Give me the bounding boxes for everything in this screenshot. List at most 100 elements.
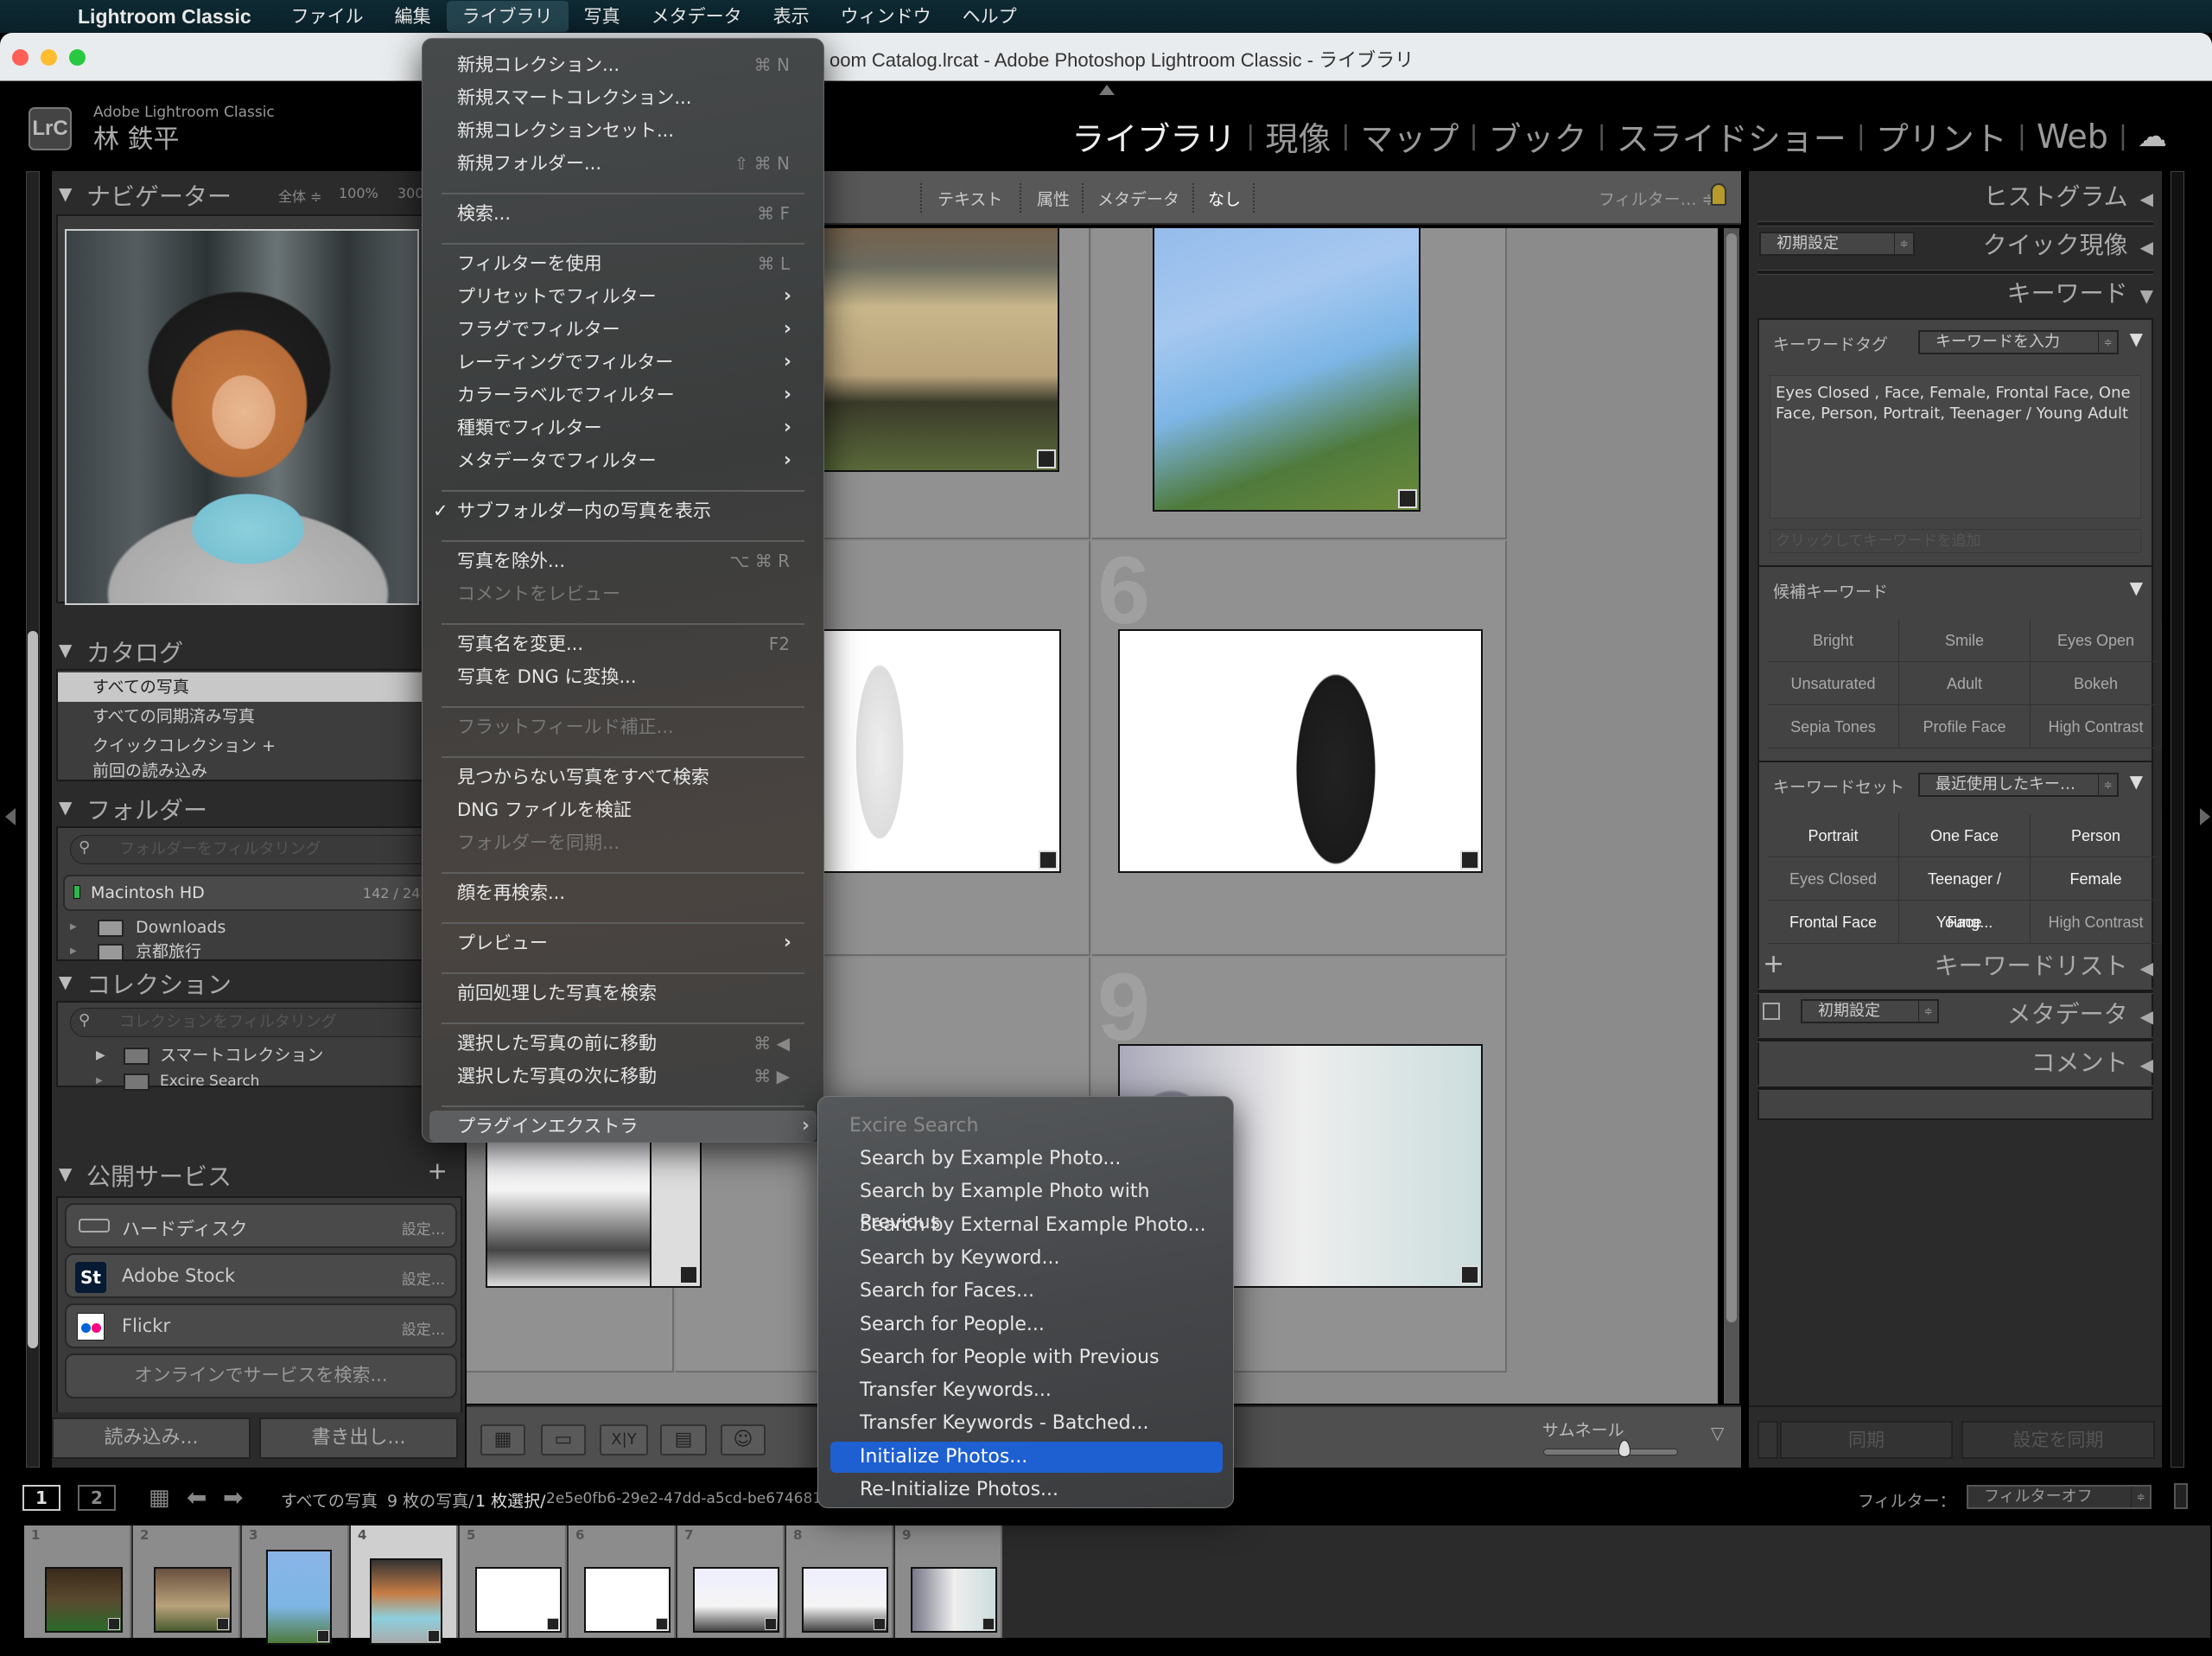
lock-icon[interactable] xyxy=(1711,183,1726,206)
filmstrip-cell[interactable]: 3 xyxy=(242,1525,349,1645)
filmstrip-thumbnail[interactable] xyxy=(45,1567,123,1633)
grid-view-button[interactable]: ▦ xyxy=(480,1424,525,1455)
export-button[interactable]: 書き出し... xyxy=(259,1417,458,1459)
suggested-keyword[interactable]: Smile xyxy=(1899,619,2031,662)
plugin-menu-item[interactable]: Transfer Keywords... xyxy=(830,1375,1223,1406)
publish-harddisk[interactable]: ハードディスク 設定... xyxy=(65,1203,457,1248)
thumbnail-size-slider-thumb[interactable] xyxy=(1618,1440,1630,1457)
menu-help[interactable]: ヘルプ xyxy=(947,1,1033,32)
collection-excire-search[interactable]: ▶ Excire Search xyxy=(58,1067,461,1096)
filmstrip-cell[interactable]: 6 xyxy=(569,1525,676,1638)
plugin-menu-item[interactable]: Search by Keyword... xyxy=(830,1243,1223,1274)
grid-scroll-thumb[interactable] xyxy=(1726,233,1737,1322)
filmstrip-thumbnail[interactable] xyxy=(802,1567,888,1633)
nav-zoom-fit[interactable]: 全体 ≑ xyxy=(278,185,322,206)
comments-header[interactable]: コメント ◀ xyxy=(2031,1044,2153,1079)
library-menu-item[interactable]: 検索... ⌘ F xyxy=(457,198,798,229)
filmstrip-cell[interactable]: 9 xyxy=(895,1525,1002,1638)
module-develop[interactable]: 現像 xyxy=(1255,112,1341,160)
expanded-triangle-icon[interactable]: ▼ xyxy=(2130,577,2143,598)
library-menu-item[interactable]: 顔を再検索... xyxy=(457,877,798,908)
filmstrip-source[interactable]: すべての写真 xyxy=(281,1488,378,1512)
filmstrip-cell[interactable]: 5 xyxy=(460,1525,567,1638)
add-publish-service-button[interactable]: + xyxy=(428,1156,448,1185)
keyword-list-header[interactable]: キーワードリスト ◀ xyxy=(1935,947,2153,982)
filmstrip-thumbnail[interactable] xyxy=(693,1567,779,1633)
filter-tab-metadata[interactable]: メタデータ xyxy=(1097,187,1179,210)
filmstrip-thumbnail[interactable] xyxy=(370,1558,442,1645)
keyword-set-item[interactable]: High Contrast xyxy=(2031,901,2162,944)
filmstrip-cell[interactable]: 1 xyxy=(24,1525,131,1638)
keyword-set-item[interactable]: Female xyxy=(2031,857,2162,901)
suggested-keyword[interactable]: Profile Face xyxy=(1899,705,2031,748)
collection-filter-input[interactable]: コレクションをフィルタリング xyxy=(70,1008,459,1037)
module-book[interactable]: ブック xyxy=(1478,112,1598,160)
filter-tab-text[interactable]: テキスト xyxy=(938,187,1002,210)
menu-library[interactable]: ライブラリ xyxy=(446,1,569,32)
library-menu-item[interactable]: 種類でフィルター › xyxy=(457,412,798,443)
publish-adobe-stock-settings[interactable]: 設定... xyxy=(402,1267,445,1289)
thumbnail-size-slider[interactable] xyxy=(1543,1449,1678,1455)
histogram-header[interactable]: ヒストグラム ◀ xyxy=(1983,178,2153,213)
collapse-left-panel-icon[interactable] xyxy=(5,808,16,825)
metadata-preset-select[interactable]: 初期設定 ≑ xyxy=(1801,999,1939,1023)
sync-settings-button[interactable]: 設定を同期 xyxy=(1961,1421,2155,1459)
library-menu-item[interactable]: サブフォルダー内の写真を表示 ✓ xyxy=(433,495,798,526)
filmstrip-thumbnail[interactable] xyxy=(266,1550,332,1645)
library-menu-item[interactable]: フィルターを使用 ⌘ L xyxy=(457,248,798,279)
grid-cell[interactable]: 6 xyxy=(1092,538,1507,956)
secondary-window-button[interactable]: 2 xyxy=(78,1485,116,1511)
library-menu-item[interactable]: カラーラベルでフィルター › xyxy=(457,379,798,411)
filmstrip-cell[interactable]: 7 xyxy=(677,1525,785,1638)
keyword-set-item[interactable]: Person xyxy=(2031,814,2162,857)
publish-adobe-stock[interactable]: St Adobe Stock 設定... xyxy=(65,1253,457,1298)
loupe-view-button[interactable]: ▭ xyxy=(541,1424,586,1455)
plugin-menu-item[interactable]: Search by External Example Photo... xyxy=(830,1210,1223,1241)
collapse-right-panel-icon[interactable] xyxy=(2200,808,2210,825)
library-menu-item[interactable]: 選択した写真の前に移動 ⌘ ◀ xyxy=(457,1028,798,1059)
plugin-menu-item[interactable]: Search by Example Photo with Previous xyxy=(830,1176,1223,1233)
expanded-triangle-icon[interactable]: ▼ xyxy=(2130,328,2143,349)
menu-view[interactable]: 表示 xyxy=(758,1,825,32)
menu-photo[interactable]: 写真 xyxy=(569,1,636,32)
collapse-top-panel-icon[interactable] xyxy=(1099,85,1115,95)
collections-header[interactable]: ▼ コレクション xyxy=(52,961,465,1003)
suggested-keyword[interactable]: Adult xyxy=(1899,662,2031,705)
library-menu-item[interactable]: 見つからない写真をすべて検索 xyxy=(457,761,798,793)
photo-thumbnail[interactable] xyxy=(1153,228,1421,512)
filter-preset-select[interactable]: フィルター… ≑ xyxy=(1599,187,1716,210)
filmstrip-thumbnail[interactable] xyxy=(475,1567,562,1633)
app-menu[interactable]: Lightroom Classic xyxy=(78,5,251,29)
keywording-header[interactable]: キーワード ▼ xyxy=(2007,275,2153,309)
quick-develop-preset-select[interactable]: 初期設定 ≑ xyxy=(1759,232,1915,256)
catalog-header[interactable]: ▼ カタログ xyxy=(52,629,465,671)
grid-cell[interactable]: 3 xyxy=(1092,228,1507,539)
filmstrip-thumbnail[interactable] xyxy=(584,1567,671,1633)
plugin-menu-item[interactable]: Search for People with Previous xyxy=(830,1342,1223,1373)
photo-thumbnail[interactable] xyxy=(1118,629,1483,873)
keyword-set-select[interactable]: 最近使用したキー… ≑ xyxy=(1918,773,2119,797)
library-menu-item[interactable]: 新規コレクション... ⌘ N xyxy=(457,49,798,80)
library-menu-item[interactable]: 写真名を変更... F2 xyxy=(457,628,798,659)
plugin-menu-item[interactable]: Initialize Photos... xyxy=(830,1441,1223,1473)
left-panel-scroll-thumb[interactable] xyxy=(28,631,38,1348)
plugin-menu-item[interactable]: Re-Initialize Photos... xyxy=(830,1474,1223,1506)
sync-button[interactable]: 同期 xyxy=(1780,1421,1953,1459)
navigator-header[interactable]: ▼ ナビゲーター 全体 ≑ 100% 300 xyxy=(52,173,465,214)
cloud-icon[interactable]: ☁ xyxy=(2127,119,2177,154)
main-window-button[interactable]: 1 xyxy=(22,1485,60,1511)
filmstrip-thumbnail[interactable] xyxy=(154,1567,232,1633)
grid-view-icon[interactable]: ▦ xyxy=(149,1485,170,1511)
library-menu-item[interactable]: 新規フォルダー... ⇧ ⌘ N xyxy=(457,148,798,179)
keyword-tags-mode-select[interactable]: キーワードを入力 ≑ xyxy=(1918,330,2119,354)
disclosure-icon[interactable]: ▶ xyxy=(96,1041,105,1070)
toolbar-menu-chevron-icon[interactable]: ▽ xyxy=(1711,1423,1724,1443)
suggested-keyword[interactable]: Eyes Open xyxy=(2031,619,2162,662)
filter-tab-none[interactable]: なし xyxy=(1208,187,1241,210)
keyword-set-item[interactable]: Frontal Face xyxy=(1768,901,1899,944)
minimize-window-button[interactable] xyxy=(41,49,57,66)
suggested-keyword[interactable]: Bright xyxy=(1768,619,1899,662)
library-menu-item[interactable]: 写真を DNG に変換... xyxy=(457,661,798,692)
module-map[interactable]: マップ xyxy=(1351,112,1470,160)
library-menu-item[interactable]: フラグでフィルター › xyxy=(457,314,798,345)
